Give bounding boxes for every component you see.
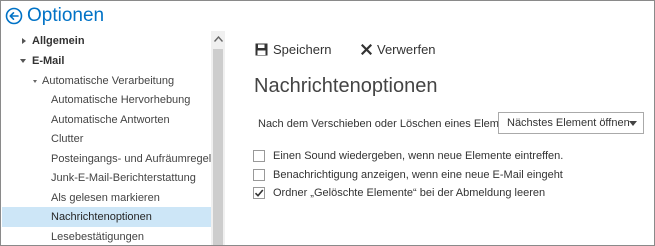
sound-checkbox[interactable]: [253, 150, 265, 162]
scroll-thumb[interactable]: [213, 49, 223, 245]
nav-item-label: Nachrichtenoptionen: [51, 211, 152, 223]
option-label: Einen Sound wiedergeben, wenn neue Eleme…: [273, 150, 564, 162]
empty-deleted-checkbox[interactable]: [253, 187, 265, 199]
page-title: Optionen: [27, 5, 105, 26]
nav-item-label: Automatische Antworten: [51, 114, 170, 126]
nav-item-label: E-Mail: [32, 55, 65, 67]
checkmark-icon: [254, 189, 264, 197]
chevron-up-icon: [213, 36, 223, 42]
nav-item-label: Allgemein: [32, 35, 85, 47]
nav-item-label: Junk-E-Mail-Berichterstattung: [51, 172, 196, 184]
nav-item-junk-email[interactable]: Junk-E-Mail-Berichterstattung: [2, 168, 211, 188]
nav-item-label: Clutter: [51, 133, 84, 145]
discard-label: Verwerfen: [377, 41, 436, 57]
nav-item-clutter[interactable]: Clutter: [2, 129, 211, 149]
save-label: Speichern: [273, 41, 332, 57]
save-button[interactable]: Speichern: [255, 41, 332, 57]
nav-item-allgemein[interactable]: Allgemein: [2, 31, 211, 51]
collapse-arrow-icon: [20, 59, 26, 64]
collapse-arrow-icon: [33, 79, 37, 83]
section-title: Nachrichtenoptionen: [254, 75, 438, 97]
back-arrow-icon[interactable]: [5, 7, 23, 25]
option-label: Ordner „Gelöschte Elemente“ bei der Abme…: [273, 187, 546, 199]
options-nav: Allgemein E-Mail Automatische Verarbeitu…: [2, 31, 211, 245]
expand-arrow-icon: [22, 38, 26, 45]
nav-item-label: Lesebestätigungen: [51, 231, 144, 243]
nav-item-posteingangsregeln[interactable]: Posteingangs- und Aufräumregeln: [2, 149, 211, 169]
scroll-up-button[interactable]: [211, 31, 225, 47]
x-icon: [361, 43, 372, 55]
nav-item-lesebestaetigungen[interactable]: Lesebestätigungen: [2, 227, 211, 245]
option-empty-deleted: Ordner „Gelöschte Elemente“ bei der Abme…: [253, 186, 545, 200]
after-move-select[interactable]: Nächstes Element öffnen: [498, 112, 644, 134]
nav-item-automatische-verarbeitung[interactable]: Automatische Verarbeitung: [2, 71, 211, 91]
nav-item-nachrichtenoptionen[interactable]: Nachrichtenoptionen: [2, 207, 211, 227]
nav-scrollbar[interactable]: [211, 31, 225, 245]
nav-item-automatische-hervorhebung[interactable]: Automatische Hervorhebung: [2, 90, 211, 110]
nav-item-label: Automatische Verarbeitung: [42, 75, 175, 87]
nav-item-label: Als gelesen markieren: [51, 192, 160, 204]
header: Optionen: [5, 5, 104, 27]
after-move-label: Nach dem Verschieben oder Löschen eines …: [258, 118, 520, 130]
nav-item-email[interactable]: E-Mail: [2, 51, 211, 71]
option-notification: Benachrichtigung anzeigen, wenn eine neu…: [253, 168, 563, 182]
nav-item-als-gelesen-markieren[interactable]: Als gelesen markieren: [2, 188, 211, 208]
discard-button[interactable]: Verwerfen: [361, 41, 436, 57]
nav-item-label: Posteingangs- und Aufräumregeln: [51, 153, 211, 165]
option-sound: Einen Sound wiedergeben, wenn neue Eleme…: [253, 149, 563, 163]
options-window: Optionen Allgemein E-Mail Automatische V…: [0, 0, 655, 246]
nav-item-label: Automatische Hervorhebung: [51, 94, 191, 106]
nav-item-automatische-antworten[interactable]: Automatische Antworten: [2, 110, 211, 130]
dropdown-arrow-icon: [629, 121, 637, 126]
after-move-value: Nächstes Element öffnen: [507, 117, 630, 129]
notification-checkbox[interactable]: [253, 169, 265, 181]
floppy-disk-icon: [255, 43, 268, 55]
option-label: Benachrichtigung anzeigen, wenn eine neu…: [273, 169, 563, 181]
